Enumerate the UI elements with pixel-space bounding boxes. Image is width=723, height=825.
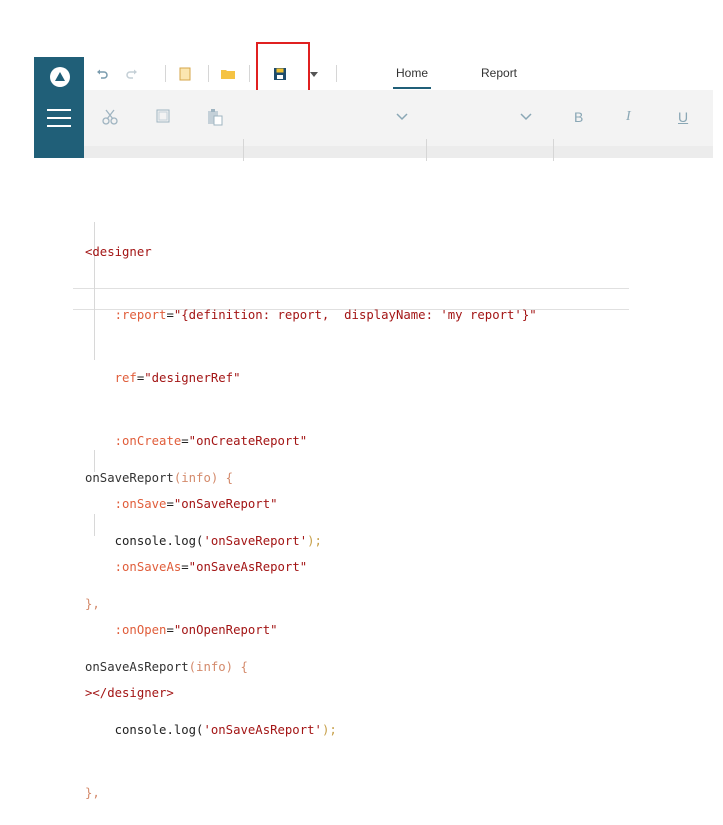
bold-button[interactable]: B [574,109,583,125]
size-dropdown-icon[interactable] [519,110,533,124]
redo-icon[interactable] [124,66,140,82]
toolbar-separator [336,65,337,82]
code-line: onSaveReport(info) { [85,471,234,485]
cut-icon[interactable] [100,107,120,127]
code-line: console.log('onSaveAsReport'); [114,723,337,737]
report-designer-toolbar: Home Report B I U [34,42,713,161]
ribbon-footer [84,146,713,158]
code-line: }, [85,597,100,611]
paste-icon[interactable] [205,107,225,127]
code-line: onSaveAsReport(info) { [85,660,248,674]
code-line: ref="designerRef" [114,371,241,385]
undo-icon[interactable] [94,66,110,82]
code-line: }, [85,786,100,800]
script-code-block: onSaveReport(info) { console.log('onSave… [85,426,337,825]
underline-button[interactable]: U [678,109,688,125]
ribbon-separator [426,139,427,161]
code-line: <designer [85,245,152,259]
menu-icon[interactable] [47,109,71,127]
toolbar-separator [249,65,250,82]
code-line: console.log('onSaveReport'); [114,534,322,548]
italic-button[interactable]: I [626,109,631,125]
toolbar-separator [208,65,209,82]
tab-home[interactable]: Home [392,66,432,89]
ribbon-separator [553,139,554,161]
tab-report[interactable]: Report [481,66,517,80]
sidebar [34,57,84,158]
new-icon[interactable] [177,66,193,82]
font-dropdown-icon[interactable] [395,110,409,124]
copy-icon[interactable] [154,107,172,125]
toolbar-separator [165,65,166,82]
code-line: :report="{definition: report, displayNam… [114,308,537,322]
open-folder-icon[interactable] [220,66,236,82]
app-logo-icon [50,67,70,87]
ribbon-separator [243,139,244,161]
quick-access-bar: Home Report [84,57,713,91]
